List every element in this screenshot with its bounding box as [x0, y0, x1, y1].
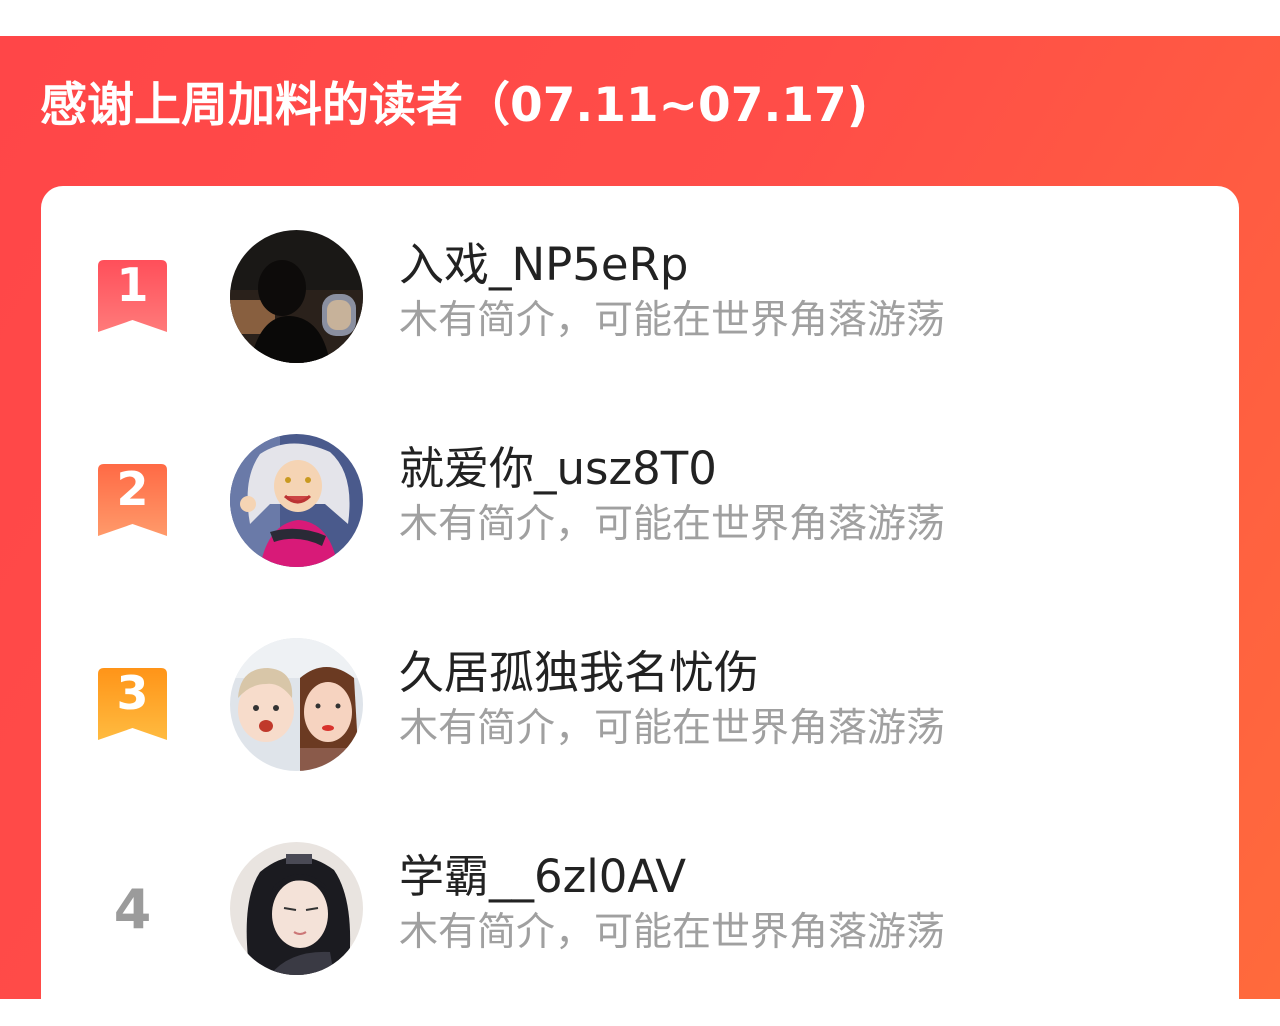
rank-3-badge-icon: 3 [98, 668, 167, 740]
avatar[interactable] [230, 230, 363, 363]
list-item[interactable]: 3 久居孤独我名忧伤 木有简介，可能在世界角落游荡 [41, 638, 1239, 778]
user-name[interactable]: 学霸__6zl0AV [399, 850, 686, 904]
rank-2-badge-icon: 2 [98, 464, 167, 536]
banner-title: 感谢上周加料的读者（07.11~07.17) [40, 78, 869, 133]
avatar[interactable] [230, 434, 363, 567]
avatar[interactable] [230, 842, 363, 975]
rank-1-badge-icon: 1 [98, 260, 167, 332]
avatar[interactable] [230, 638, 363, 771]
user-bio: 木有简介，可能在世界角落游荡 [399, 298, 946, 343]
list-item[interactable]: 2 就爱你_usz8T0 木有简介，可能在世界角落游荡 [41, 434, 1239, 574]
user-name[interactable]: 就爱你_usz8T0 [399, 442, 717, 496]
rank-number: 2 [116, 462, 149, 516]
user-name[interactable]: 入戏_NP5eRp [399, 238, 688, 292]
user-bio: 木有简介，可能在世界角落游荡 [399, 502, 946, 547]
user-bio: 木有简介，可能在世界角落游荡 [399, 706, 946, 751]
user-name[interactable]: 久居孤独我名忧伤 [399, 646, 759, 700]
user-bio: 木有简介，可能在世界角落游荡 [399, 910, 946, 955]
list-item[interactable]: 1 入戏_NP5eRp 木有简介，可能在世界角落游荡 [41, 230, 1239, 370]
rank-number: 3 [116, 666, 149, 720]
rank-number: 4 [113, 878, 152, 941]
rank-number: 1 [116, 258, 149, 312]
list-item[interactable]: 4 学霸__6zl0AV 木有简介，可能在世界角落游荡 [41, 842, 1239, 982]
top-strip [0, 0, 1280, 36]
reader-list-card: 1 入戏_NP5eRp 木有简介，可能在世界角落游荡 2 就爱你_usz8T0 … [41, 186, 1239, 1026]
